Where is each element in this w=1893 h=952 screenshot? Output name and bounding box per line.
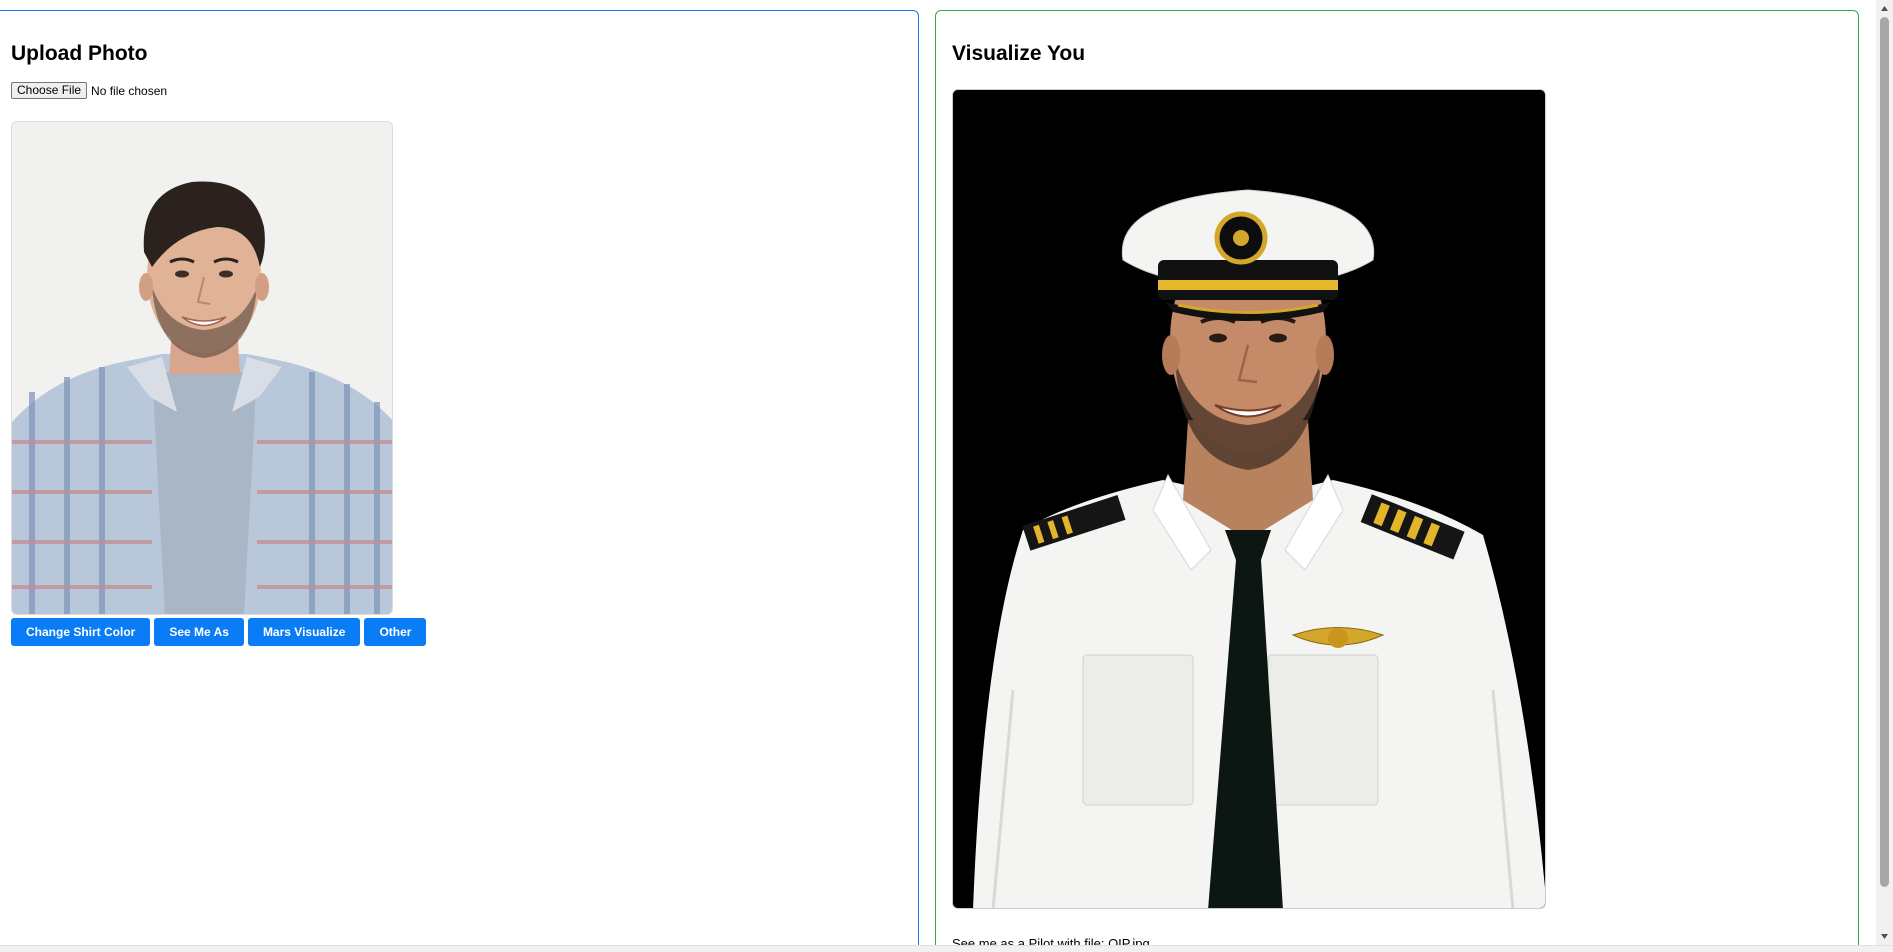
change-shirt-color-button[interactable]: Change Shirt Color <box>11 618 151 646</box>
file-status-text: No file chosen <box>91 83 168 98</box>
visualize-you-title: Visualize You <box>952 42 1086 65</box>
upload-photo-title: Upload Photo <box>11 42 148 65</box>
vertical-scrollbar[interactable] <box>1876 0 1893 945</box>
uploaded-photo-image <box>12 122 392 614</box>
upload-photo-panel: Upload Photo Choose File No file chosen <box>0 10 919 945</box>
scroll-thumb[interactable] <box>1880 17 1889 887</box>
uploaded-photo-preview <box>11 121 393 615</box>
visualize-you-panel: Visualize You See me as a Pilot with fil… <box>935 10 1859 945</box>
pilot-result-image <box>953 90 1545 908</box>
other-button[interactable]: Other <box>364 618 427 646</box>
see-me-as-button[interactable]: See Me As <box>154 618 244 646</box>
action-buttons: Change Shirt Color See Me As Mars Visual… <box>11 618 427 646</box>
generated-result-image <box>952 89 1546 909</box>
choose-file-button[interactable]: Choose File <box>11 82 88 99</box>
scroll-up-icon[interactable] <box>1876 0 1893 17</box>
scroll-down-icon[interactable] <box>1876 928 1893 945</box>
page-viewport: Upload Photo Choose File No file chosen <box>0 0 1876 945</box>
file-input: Choose File No file chosen <box>11 82 167 99</box>
mars-visualize-button[interactable]: Mars Visualize <box>247 618 361 646</box>
result-caption: See me as a Pilot with file: OIP.jpg <box>952 936 1150 945</box>
horizontal-scrollbar[interactable] <box>0 945 1893 952</box>
